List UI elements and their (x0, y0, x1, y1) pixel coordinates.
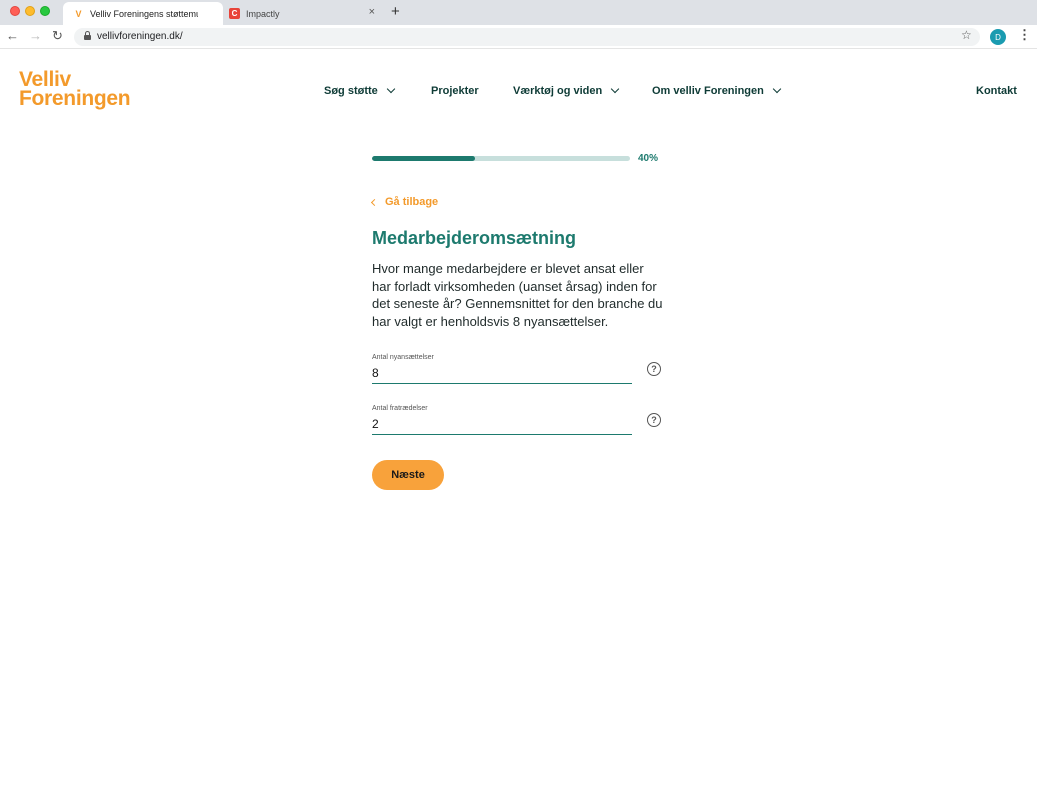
new-hires-input[interactable] (372, 366, 622, 380)
logo-line-2: Foreningen (19, 87, 131, 110)
nav-item-label: Projekter (431, 85, 479, 97)
lock-icon (84, 31, 91, 40)
url-field[interactable]: vellivforeningen.dk/ (74, 28, 980, 46)
chevron-down-icon (611, 84, 620, 94)
reload-icon[interactable]: ↻ (52, 29, 63, 43)
url-text: vellivforeningen.dk/ (97, 31, 183, 42)
progress-bar (372, 156, 630, 161)
field-label: Antal fratrædelser (372, 405, 428, 412)
page-title: Medarbejderomsætning (372, 228, 577, 248)
back-link[interactable]: Gå tilbage (370, 196, 439, 208)
bookmark-star-icon[interactable]: ☆ (961, 28, 972, 42)
nav-item-label: Om velliv Foreningen (652, 85, 764, 97)
chevron-down-icon (772, 84, 782, 94)
next-button[interactable]: Næste (372, 460, 444, 490)
new-hires-field: Antal nyansættelser (372, 354, 632, 384)
browser-tab-velliv[interactable]: V Velliv Foreningens støttemulighe (63, 2, 223, 25)
velliv-foreningen-logo[interactable]: Velliv Foreningen (19, 69, 131, 110)
nav-item-vaerktoej-og-viden[interactable]: Værktøj og viden (513, 84, 620, 97)
question-description: Hvor mange medarbejdere er blevet ansat … (372, 261, 663, 329)
close-tab-icon[interactable]: × (369, 6, 375, 18)
browser-tab-bar: V Velliv Foreningens støttemulighe C Imp… (0, 0, 1037, 25)
window-maximize-button[interactable] (40, 6, 50, 16)
nav-item-soeg-stoette[interactable]: Søg støtte (324, 84, 396, 97)
browser-tab-impactly[interactable]: C Impactly × (225, 2, 385, 25)
new-tab-button[interactable]: + (391, 3, 400, 20)
progress-bar-fill (372, 156, 476, 161)
progress-percent: 40% (638, 153, 659, 164)
nav-item-label: Søg støtte (324, 85, 378, 97)
chevron-left-icon (370, 198, 379, 206)
tab-title: Impactly (246, 8, 280, 19)
nav-item-kontakt[interactable]: Kontakt (976, 85, 1017, 97)
impactly-icon: C (229, 8, 240, 19)
help-icon[interactable]: ? (647, 413, 661, 427)
nav-item-label: Værktøj og viden (513, 85, 603, 97)
browser-address-bar: ← → ↻ vellivforeningen.dk/ (0, 25, 1037, 49)
browser-menu-icon[interactable]: ⋮ (1018, 27, 1031, 43)
tab-title: Velliv Foreningens støttemulighe (90, 8, 198, 19)
velliv-v-icon: V (75, 8, 82, 19)
window-close-button[interactable] (10, 6, 20, 16)
nav-item-om-velliv-foreningen[interactable]: Om velliv Foreningen (652, 84, 782, 97)
back-arrow-icon[interactable]: ← (6, 29, 19, 43)
profile-avatar[interactable]: D (990, 29, 1006, 45)
nav-item-label: Kontakt (976, 85, 1017, 97)
back-link-label: Gå tilbage (385, 196, 439, 208)
forward-arrow-icon[interactable]: → (29, 29, 42, 43)
help-icon[interactable]: ? (647, 362, 661, 376)
resignations-field: Antal fratrædelser (372, 405, 632, 435)
nav-item-projekter[interactable]: Projekter (431, 85, 479, 97)
field-label: Antal nyansættelser (372, 354, 434, 361)
window-minimize-button[interactable] (25, 6, 35, 16)
chevron-down-icon (386, 84, 396, 94)
resignations-input[interactable] (372, 417, 622, 431)
